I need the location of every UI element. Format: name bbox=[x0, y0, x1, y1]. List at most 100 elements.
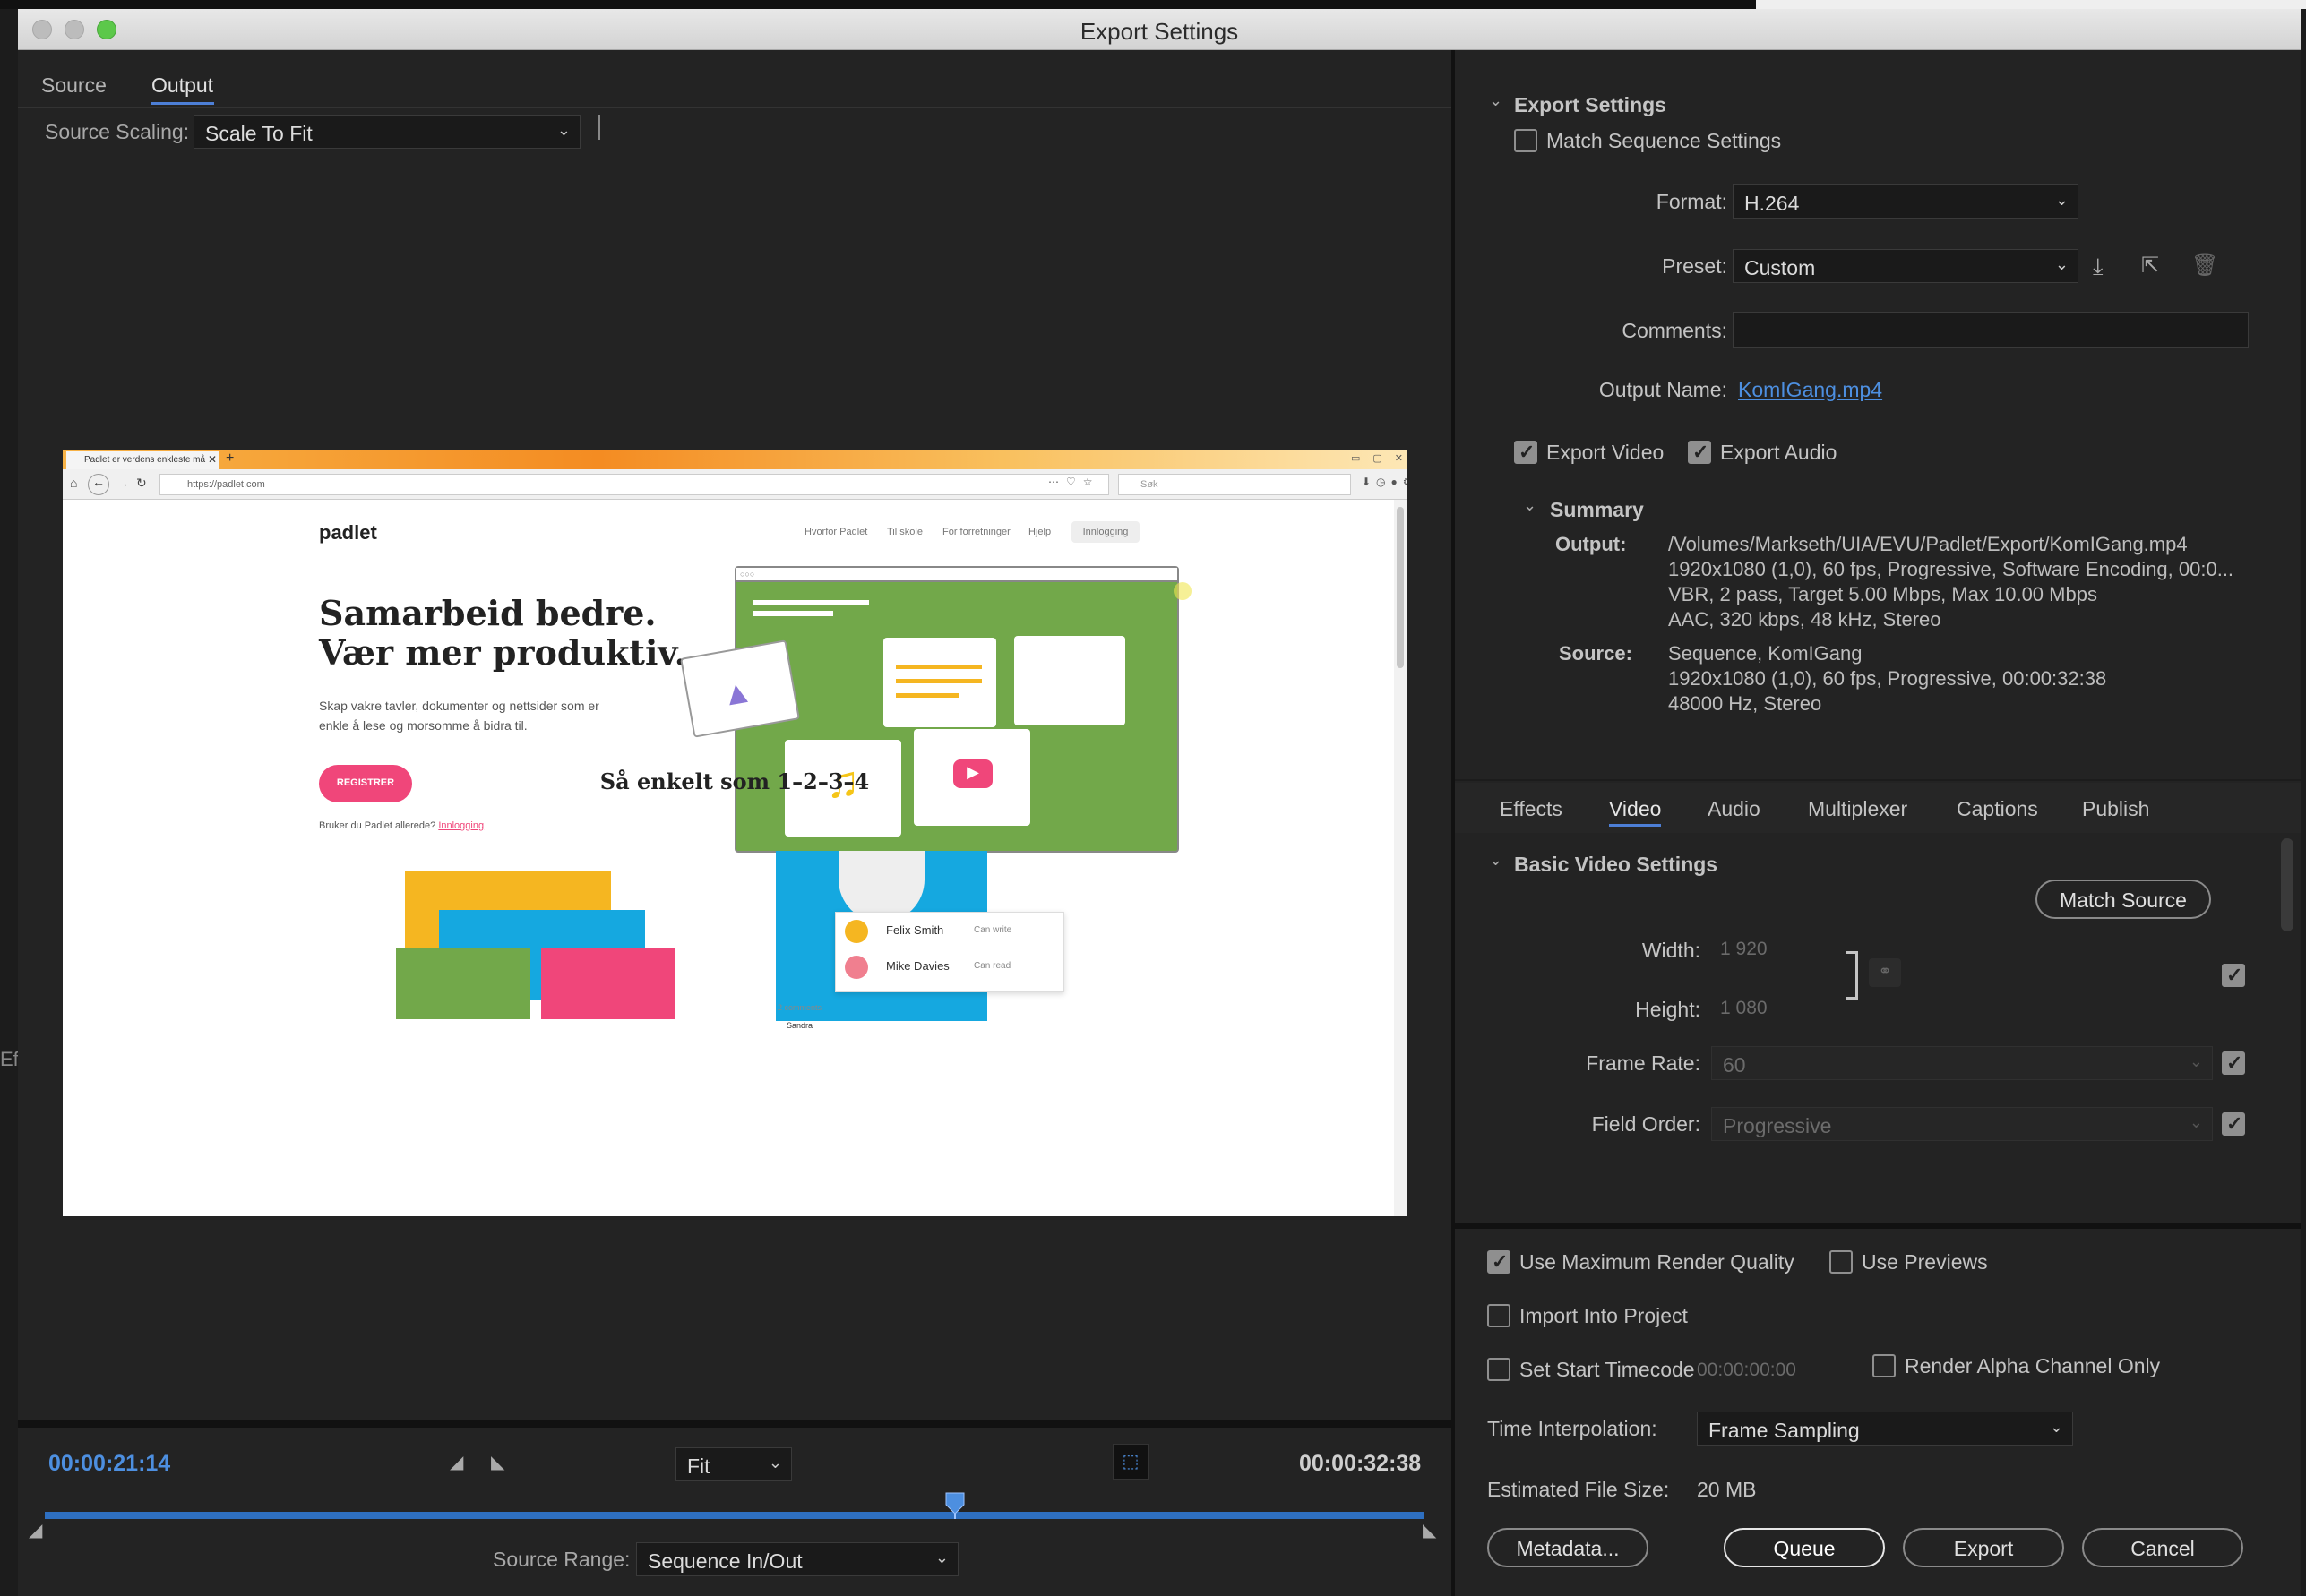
format-dropdown[interactable]: H.264 ⌄ bbox=[1733, 184, 2078, 219]
tab-audio[interactable]: Audio bbox=[1708, 797, 1760, 821]
source-range-dropdown[interactable]: Sequence In/Out ⌄ bbox=[636, 1542, 959, 1576]
time-interpolation-dropdown[interactable]: Frame Sampling ⌄ bbox=[1697, 1412, 2073, 1446]
range-start-handle[interactable]: ◢ bbox=[29, 1519, 42, 1541]
forward-icon[interactable]: → bbox=[116, 476, 129, 490]
page-actions-icon[interactable]: ⋯♡☆ bbox=[1048, 476, 1100, 488]
collapse-export-settings-icon[interactable]: ⌄ bbox=[1489, 91, 1502, 110]
field-order-override-checkbox[interactable] bbox=[2222, 1112, 2245, 1136]
tab-captions[interactable]: Captions bbox=[1957, 797, 2038, 821]
tab-source[interactable]: Source bbox=[41, 73, 107, 98]
browser-tab[interactable]: Padlet er verdens enkleste må bbox=[66, 451, 219, 469]
preset-dropdown[interactable]: Custom ⌄ bbox=[1733, 249, 2078, 283]
comments-input[interactable] bbox=[1733, 312, 2249, 348]
nav-link-business[interactable]: For forretninger bbox=[942, 527, 1011, 537]
frame-rate-value: 60 bbox=[1723, 1053, 1746, 1077]
chevron-down-icon: ⌄ bbox=[934, 1549, 949, 1566]
home-icon[interactable]: ⌂ bbox=[70, 476, 77, 490]
tab-effects[interactable]: Effects bbox=[1500, 797, 1562, 821]
tab-output[interactable]: Output bbox=[151, 73, 213, 98]
render-alpha-checkbox[interactable] bbox=[1872, 1354, 1896, 1377]
zoom-dropdown[interactable]: Fit ⌄ bbox=[675, 1447, 792, 1481]
set-start-timecode-checkbox[interactable] bbox=[1487, 1358, 1510, 1381]
summary-source-label: Source: bbox=[1559, 642, 1632, 665]
import-preset-icon[interactable]: ⇱ bbox=[2141, 253, 2159, 279]
field-order-label: Field Order: bbox=[1591, 1112, 1700, 1136]
mark-in-icon[interactable]: ◢ bbox=[450, 1451, 463, 1473]
new-tab-icon[interactable]: + bbox=[226, 450, 234, 467]
delete-preset-icon[interactable]: 🗑 bbox=[2191, 253, 2218, 279]
mark-out-icon[interactable]: ◣ bbox=[491, 1451, 504, 1473]
chain-link-icon[interactable]: ⚭ bbox=[1869, 958, 1901, 987]
toolbar-icons[interactable]: ⬇◷●⚙≡ bbox=[1362, 476, 1407, 488]
url-bar[interactable]: https://padlet.com bbox=[159, 474, 1109, 495]
chevron-down-icon: ⌄ bbox=[2054, 255, 2069, 273]
match-sequence-checkbox[interactable] bbox=[1514, 129, 1537, 152]
browser-toolbar: ⌂ ← → ↻ https://padlet.com ⋯♡☆ Søk ⬇◷●⚙≡ bbox=[63, 469, 1407, 500]
cursor-highlight bbox=[1174, 582, 1192, 600]
collapse-summary-icon[interactable]: ⌄ bbox=[1523, 496, 1536, 515]
nav-link-help[interactable]: Hjelp bbox=[1028, 527, 1051, 537]
metadata-button[interactable]: Metadata... bbox=[1487, 1528, 1648, 1567]
height-value[interactable]: 1 080 bbox=[1720, 998, 1768, 1019]
basic-video-heading: Basic Video Settings bbox=[1514, 853, 1718, 876]
export-video-label: Export Video bbox=[1546, 441, 1665, 464]
settings-scrollbar[interactable] bbox=[2281, 838, 2293, 931]
hero-desc-1: Skap vakre tavler, dokumenter og nettsid… bbox=[319, 699, 599, 713]
tab-multiplexer[interactable]: Multiplexer bbox=[1808, 797, 1907, 821]
match-source-button[interactable]: Match Source bbox=[2035, 880, 2211, 919]
time-interpolation-label: Time Interpolation: bbox=[1487, 1417, 1657, 1440]
max-render-quality-label: Use Maximum Render Quality bbox=[1519, 1250, 1794, 1274]
field-order-dropdown[interactable]: Progressive ⌄ bbox=[1711, 1107, 2213, 1141]
export-audio-checkbox[interactable] bbox=[1688, 441, 1711, 464]
user-perm-1[interactable]: Can write bbox=[974, 925, 1011, 935]
tab-video[interactable]: Video bbox=[1609, 797, 1661, 821]
timeline-track[interactable] bbox=[45, 1512, 1424, 1519]
export-video-checkbox[interactable] bbox=[1514, 441, 1537, 464]
tab-publish[interactable]: Publish bbox=[2082, 797, 2149, 821]
source-scaling-dropdown[interactable]: Scale To Fit ⌄ bbox=[194, 115, 581, 149]
time-interpolation-value: Frame Sampling bbox=[1708, 1419, 1860, 1442]
import-into-project-checkbox[interactable] bbox=[1487, 1304, 1510, 1327]
use-previews-checkbox[interactable] bbox=[1829, 1250, 1853, 1274]
frame-rate-dropdown[interactable]: 60 ⌄ bbox=[1711, 1046, 2213, 1080]
field-order-value: Progressive bbox=[1723, 1114, 1832, 1137]
nav-link-school[interactable]: Til skole bbox=[887, 527, 923, 537]
user-perm-2[interactable]: Can read bbox=[974, 961, 1011, 971]
tab-video-underline bbox=[1609, 824, 1661, 827]
summary-output-line-1: /Volumes/Markseth/UIA/EVU/Padlet/Export/… bbox=[1668, 533, 2188, 555]
login-nav-button[interactable]: Innlogging bbox=[1071, 521, 1140, 543]
reload-icon[interactable]: ↻ bbox=[136, 476, 147, 491]
width-height-override-checkbox[interactable] bbox=[2222, 964, 2245, 987]
export-button[interactable]: Export bbox=[1903, 1528, 2064, 1567]
chevron-down-icon: ⌄ bbox=[2049, 1418, 2063, 1436]
match-sequence-label: Match Sequence Settings bbox=[1546, 129, 1782, 152]
collapse-video-icon[interactable]: ⌄ bbox=[1489, 851, 1502, 870]
page-scrollbar[interactable] bbox=[1394, 500, 1407, 1216]
max-render-quality-checkbox[interactable] bbox=[1487, 1250, 1510, 1274]
render-alpha-label: Render Alpha Channel Only bbox=[1905, 1354, 2161, 1377]
hero-headline-1: Samarbeid bedre. bbox=[319, 593, 657, 633]
summary-source-line-3: 48000 Hz, Stereo bbox=[1668, 692, 1822, 715]
chevron-down-icon: ⌄ bbox=[556, 121, 571, 139]
playhead[interactable] bbox=[945, 1492, 965, 1519]
preset-label: Preset: bbox=[1662, 254, 1727, 278]
use-previews-label: Use Previews bbox=[1862, 1250, 1988, 1274]
login-link[interactable]: Innlogging bbox=[438, 820, 484, 831]
save-preset-icon[interactable]: ⤓ bbox=[2093, 253, 2104, 281]
search-field[interactable]: Søk bbox=[1118, 474, 1351, 495]
nav-link-why[interactable]: Hvorfor Padlet bbox=[805, 527, 867, 537]
frame-rate-override-checkbox[interactable] bbox=[2222, 1051, 2245, 1075]
source-scaling-value: Scale To Fit bbox=[205, 122, 313, 145]
padlet-logo: padlet bbox=[319, 521, 377, 544]
back-icon[interactable]: ← bbox=[88, 474, 109, 495]
aspect-correction-icon[interactable]: ⬚ bbox=[1113, 1444, 1149, 1480]
web-page: padlet Hvorfor Padlet Til skole For forr… bbox=[63, 500, 1407, 1216]
start-timecode-value[interactable]: 00:00:00:00 bbox=[1697, 1360, 1796, 1381]
range-end-handle[interactable]: ◣ bbox=[1423, 1519, 1436, 1541]
current-timecode[interactable]: 00:00:21:14 bbox=[48, 1451, 170, 1477]
width-value[interactable]: 1 920 bbox=[1720, 939, 1768, 960]
cancel-button[interactable]: Cancel bbox=[2082, 1528, 2243, 1567]
queue-button[interactable]: Queue bbox=[1724, 1528, 1885, 1567]
close-tab-icon[interactable]: ✕ bbox=[208, 453, 217, 466]
output-name-link[interactable]: KomIGang.mp4 bbox=[1738, 378, 1882, 402]
